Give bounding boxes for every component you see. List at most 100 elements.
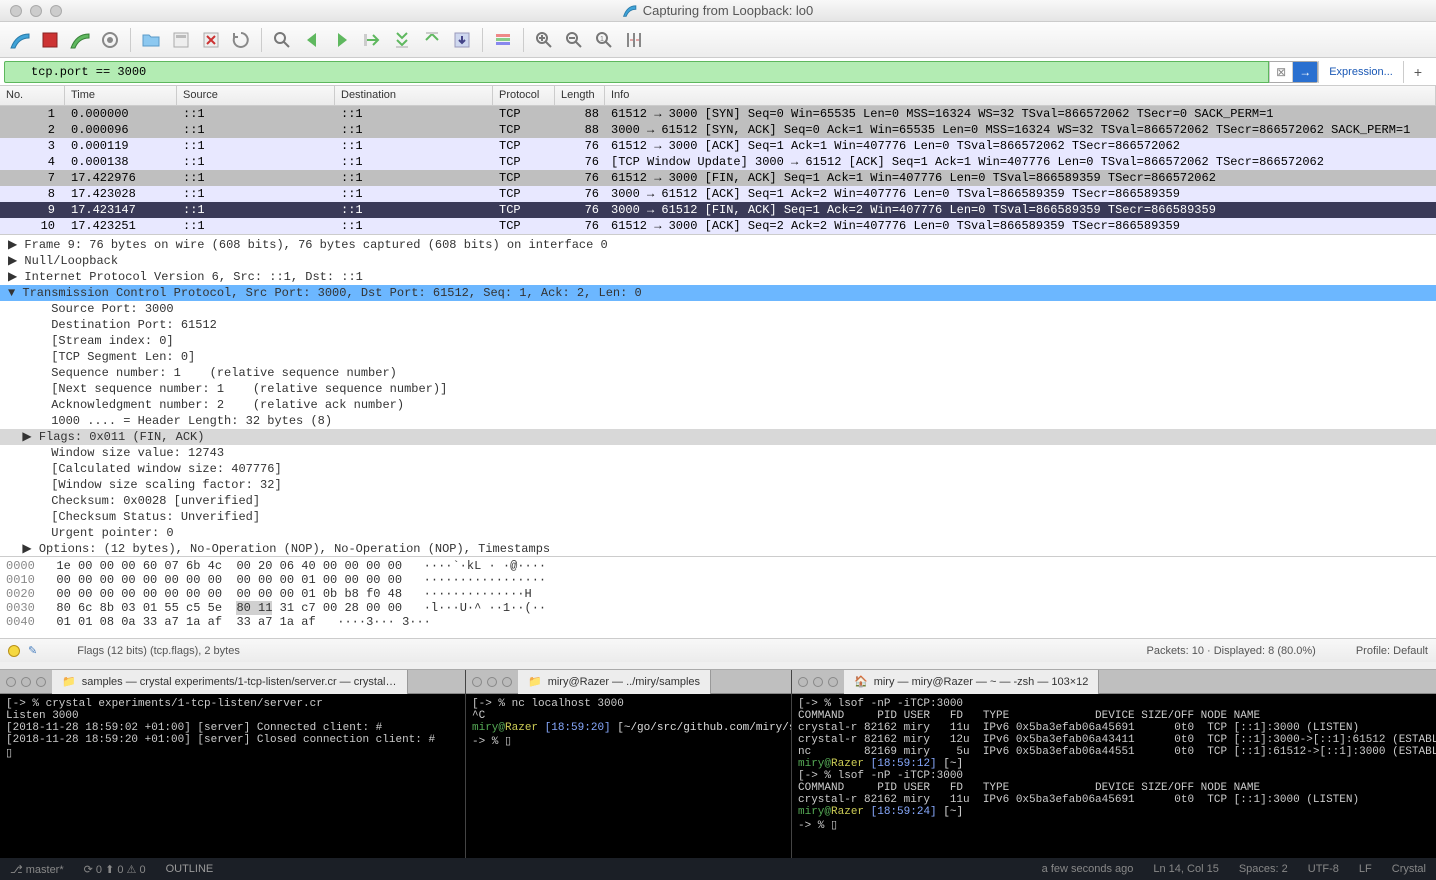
col-no[interactable]: No. <box>0 86 65 105</box>
hex-row[interactable]: 0010 00 00 00 00 00 00 00 00 00 00 00 01… <box>6 573 1430 587</box>
clear-filter-icon[interactable]: ⊠ <box>1269 62 1292 82</box>
apply-filter-icon[interactable]: → <box>1292 62 1317 82</box>
cursor-position[interactable]: Ln 14, Col 15 <box>1153 863 1218 875</box>
packet-row[interactable]: 40.000138::1::1TCP76[TCP Window Update] … <box>0 154 1436 170</box>
window-title-text: Capturing from Loopback: lo0 <box>643 3 814 18</box>
open-file-icon[interactable] <box>141 30 161 50</box>
detail-line[interactable]: Window size value: 12743 <box>0 445 1436 461</box>
language-mode[interactable]: Crystal <box>1392 863 1426 875</box>
go-to-packet-icon[interactable] <box>362 30 382 50</box>
col-info[interactable]: Info <box>605 86 1436 105</box>
detail-line[interactable]: Urgent pointer: 0 <box>0 525 1436 541</box>
packet-list[interactable]: 10.000000::1::1TCP8861512 → 3000 [SYN] S… <box>0 106 1436 234</box>
go-first-icon[interactable] <box>392 30 412 50</box>
term1-window-controls[interactable] <box>0 677 52 687</box>
expression-button[interactable]: Expression... <box>1318 61 1403 83</box>
terminal-1[interactable]: 📁samples — crystal experiments/1-tcp-lis… <box>0 670 466 870</box>
packet-counts: Packets: 10 · Displayed: 8 (80.0%) <box>1146 645 1315 657</box>
expert-info-icon[interactable] <box>8 645 20 657</box>
go-last-icon[interactable] <box>422 30 442 50</box>
encoding[interactable]: UTF-8 <box>1308 863 1339 875</box>
term2-window-controls[interactable] <box>466 677 518 687</box>
term3-tab[interactable]: 🏠miry — miry@Razer — ~ — -zsh — 103×12 <box>844 670 1099 694</box>
detail-line[interactable]: [TCP Segment Len: 0] <box>0 349 1436 365</box>
packet-details[interactable]: ▶ Frame 9: 76 bytes on wire (608 bits), … <box>0 234 1436 556</box>
terminal-3[interactable]: 🏠miry — miry@Razer — ~ — -zsh — 103×12 [… <box>792 670 1436 870</box>
git-sync[interactable]: ⟳ 0 ⬆ 0 ⚠ 0 <box>84 863 146 876</box>
packet-row[interactable]: 1017.423251::1::1TCP7661512 → 3000 [ACK]… <box>0 218 1436 234</box>
col-destination[interactable]: Destination <box>335 86 493 105</box>
close-file-icon[interactable] <box>201 30 221 50</box>
go-prev-icon[interactable] <box>302 30 322 50</box>
editor-statusbar: ⎇ master* ⟳ 0 ⬆ 0 ⚠ 0 OUTLINE a few seco… <box>0 858 1436 880</box>
git-branch[interactable]: ⎇ master* <box>10 863 64 876</box>
term3-window-controls[interactable] <box>792 677 844 687</box>
detail-line[interactable]: Checksum: 0x0028 [unverified] <box>0 493 1436 509</box>
capture-options-icon[interactable] <box>100 30 120 50</box>
terminal-2[interactable]: 📁miry@Razer — ../miry/samples [-> % nc l… <box>466 670 792 870</box>
col-time[interactable]: Time <box>65 86 177 105</box>
packet-bytes[interactable]: 0000 1e 00 00 00 60 07 6b 4c 00 20 06 40… <box>0 556 1436 638</box>
restart-capture-icon[interactable] <box>70 30 90 50</box>
colorize-icon[interactable] <box>493 30 513 50</box>
display-filter-input[interactable] <box>4 61 1269 83</box>
packet-list-header[interactable]: No. Time Source Destination Protocol Len… <box>0 86 1436 106</box>
eol[interactable]: LF <box>1359 863 1372 875</box>
hex-row[interactable]: 0030 80 6c 8b 03 01 55 c5 5e 80 11 31 c7… <box>6 601 1430 615</box>
packet-row[interactable]: 20.000096::1::1TCP883000 → 61512 [SYN, A… <box>0 122 1436 138</box>
reload-file-icon[interactable] <box>231 30 251 50</box>
detail-line[interactable]: ▶ Options: (12 bytes), No-Operation (NOP… <box>0 541 1436 556</box>
zoom-window-button[interactable] <box>50 5 62 17</box>
detail-line[interactable]: Acknowledgment number: 2 (relative ack n… <box>0 397 1436 413</box>
detail-line[interactable]: [Checksum Status: Unverified] <box>0 509 1436 525</box>
indent-setting[interactable]: Spaces: 2 <box>1239 863 1288 875</box>
save-file-icon[interactable] <box>171 30 191 50</box>
start-capture-icon[interactable] <box>10 30 30 50</box>
auto-scroll-icon[interactable] <box>452 30 472 50</box>
profile-label[interactable]: Profile: Default <box>1356 645 1428 657</box>
zoom-out-icon[interactable] <box>564 30 584 50</box>
close-window-button[interactable] <box>10 5 22 17</box>
main-toolbar: 1 <box>0 22 1436 58</box>
detail-line[interactable]: ▶ Null/Loopback <box>0 253 1436 269</box>
detail-line[interactable]: [Stream index: 0] <box>0 333 1436 349</box>
detail-line[interactable]: 1000 .... = Header Length: 32 bytes (8) <box>0 413 1436 429</box>
detail-line[interactable]: Destination Port: 61512 <box>0 317 1436 333</box>
find-packet-icon[interactable] <box>272 30 292 50</box>
packet-row[interactable]: 817.423028::1::1TCP763000 → 61512 [ACK] … <box>0 186 1436 202</box>
packet-row[interactable]: 717.422976::1::1TCP7661512 → 3000 [FIN, … <box>0 170 1436 186</box>
add-filter-button[interactable]: + <box>1403 61 1432 83</box>
detail-line[interactable]: ▶ Flags: 0x011 (FIN, ACK) <box>0 429 1436 445</box>
hex-row[interactable]: 0000 1e 00 00 00 60 07 6b 4c 00 20 06 40… <box>6 559 1430 573</box>
detail-line[interactable]: Sequence number: 1 (relative sequence nu… <box>0 365 1436 381</box>
detail-line[interactable]: ▶ Internet Protocol Version 6, Src: ::1,… <box>0 269 1436 285</box>
term1-tab[interactable]: 📁samples — crystal experiments/1-tcp-lis… <box>52 670 408 694</box>
detail-line[interactable]: ▶ Frame 9: 76 bytes on wire (608 bits), … <box>0 237 1436 253</box>
term2-tab[interactable]: 📁miry@Razer — ../miry/samples <box>518 670 711 694</box>
detail-line[interactable]: [Next sequence number: 1 (relative seque… <box>0 381 1436 397</box>
col-source[interactable]: Source <box>177 86 335 105</box>
hex-row[interactable]: 0020 00 00 00 00 00 00 00 00 00 00 00 01… <box>6 587 1430 601</box>
stop-capture-icon[interactable] <box>40 30 60 50</box>
home-icon: 🏠 <box>854 675 868 688</box>
zoom-in-icon[interactable] <box>534 30 554 50</box>
detail-line[interactable]: [Calculated window size: 407776] <box>0 461 1436 477</box>
packet-row[interactable]: 30.000119::1::1TCP7661512 → 3000 [ACK] S… <box>0 138 1436 154</box>
detail-line[interactable]: [Window size scaling factor: 32] <box>0 477 1436 493</box>
svg-text:1: 1 <box>600 36 604 43</box>
col-length[interactable]: Length <box>555 86 605 105</box>
minimize-window-button[interactable] <box>30 5 42 17</box>
col-protocol[interactable]: Protocol <box>493 86 555 105</box>
detail-line[interactable]: Source Port: 3000 <box>0 301 1436 317</box>
packet-row[interactable]: 917.423147::1::1TCP763000 → 61512 [FIN, … <box>0 202 1436 218</box>
go-next-icon[interactable] <box>332 30 352 50</box>
field-info: Flags (12 bits) (tcp.flags), 2 bytes <box>37 645 1146 657</box>
resize-columns-icon[interactable] <box>624 30 644 50</box>
detail-line[interactable]: ▼ Transmission Control Protocol, Src Por… <box>0 285 1436 301</box>
folder-icon: 📁 <box>528 675 542 688</box>
packet-row[interactable]: 10.000000::1::1TCP8861512 → 3000 [SYN] S… <box>0 106 1436 122</box>
edit-caption-icon[interactable]: ✎ <box>28 644 37 657</box>
zoom-reset-icon[interactable]: 1 <box>594 30 614 50</box>
hex-row[interactable]: 0040 01 01 08 0a 33 a7 1a af 33 a7 1a af… <box>6 615 1430 629</box>
outline-toggle[interactable]: OUTLINE <box>166 863 214 875</box>
